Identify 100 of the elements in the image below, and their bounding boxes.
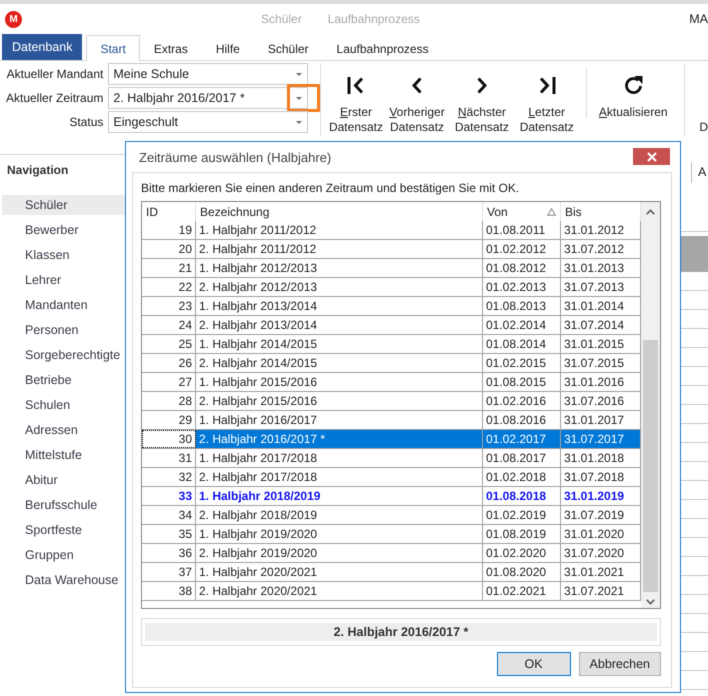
dialog-title: Zeiträume auswählen (Halbjahre) bbox=[139, 150, 332, 165]
table-row[interactable]: 19 1. Halbjahr 2011/2012 01.08.2011 31.01.2012 bbox=[142, 221, 641, 240]
navigation-item[interactable]: Berufsschule bbox=[2, 495, 126, 515]
table-cell: 01.08.2012 bbox=[483, 259, 561, 277]
table-row[interactable]: 24 2. Halbjahr 2013/2014 01.02.2014 31.07.2014 bbox=[142, 316, 641, 335]
table-cell: 01.02.2021 bbox=[483, 582, 561, 600]
refresh-icon bbox=[622, 75, 644, 95]
table-cell: 01.08.2019 bbox=[483, 525, 561, 543]
scroll-up-icon[interactable] bbox=[646, 209, 655, 215]
window-title: MA bbox=[689, 12, 708, 26]
table-cell: 01.08.2014 bbox=[483, 335, 561, 353]
skip-to-start-icon bbox=[346, 76, 365, 94]
table-cell: 01.02.2018 bbox=[483, 468, 561, 486]
table-row[interactable]: 27 1. Halbjahr 2015/2016 01.08.2015 31.01.2016 bbox=[142, 373, 641, 392]
table-row[interactable]: 21 1. Halbjahr 2012/2013 01.08.2012 31.01.2013 bbox=[142, 259, 641, 278]
navigation-item[interactable]: Abitur bbox=[2, 470, 126, 490]
dropdown-field[interactable]: 2. Halbjahr 2016/2017 * bbox=[108, 87, 308, 109]
table-row[interactable]: 32 2. Halbjahr 2017/2018 01.02.2018 31.07.2018 bbox=[142, 468, 641, 487]
close-icon bbox=[646, 152, 656, 162]
table-row[interactable]: 38 2. Halbjahr 2020/2021 01.02.2021 31.07.2021 bbox=[142, 582, 641, 601]
chevron-left-icon bbox=[412, 76, 422, 94]
table-cell: 01.02.2019 bbox=[483, 506, 561, 524]
navigation-item[interactable]: Adressen bbox=[2, 420, 126, 440]
table-cell: 01.08.2017 bbox=[483, 449, 561, 467]
table-row[interactable]: 31 1. Halbjahr 2017/2018 01.08.2017 31.01.2018 bbox=[142, 449, 641, 468]
scrollbar[interactable] bbox=[641, 202, 660, 608]
table-cell: 31.01.2019 bbox=[561, 487, 641, 505]
dropdown-arrow-icon bbox=[296, 120, 302, 124]
field-label: Status bbox=[68, 115, 104, 129]
table-cell: 31.07.2017 bbox=[561, 430, 641, 448]
table-row[interactable]: 30 2. Halbjahr 2016/2017 * 01.02.2017 31.07.2017 bbox=[142, 430, 641, 449]
table-row[interactable]: 33 1. Halbjahr 2018/2019 01.08.2018 31.01.2019 bbox=[142, 487, 641, 506]
dropdown-field[interactable]: Eingeschult bbox=[108, 111, 308, 133]
scroll-down-icon[interactable] bbox=[646, 599, 655, 605]
close-button[interactable] bbox=[633, 148, 670, 165]
ribbon-tab[interactable]: Hilfe bbox=[202, 35, 254, 61]
navigation-item[interactable]: Personen bbox=[2, 320, 126, 340]
record-nav-button[interactable]: Nächster Datensatz bbox=[449, 61, 514, 140]
navigation-item[interactable]: Betriebe bbox=[2, 370, 126, 390]
navigation-item[interactable]: Data Warehouse bbox=[2, 570, 126, 590]
dropdown-arrow-icon bbox=[296, 96, 302, 100]
table-cell: 01.02.2013 bbox=[483, 278, 561, 296]
table-cell: 01.08.2020 bbox=[483, 563, 561, 581]
table-row[interactable]: 28 2. Halbjahr 2015/2016 01.02.2016 31.07.2016 bbox=[142, 392, 641, 411]
table-row[interactable]: 20 2. Halbjahr 2011/2012 01.02.2012 31.07.2012 bbox=[142, 240, 641, 259]
cancel-button[interactable]: Abbrechen bbox=[578, 652, 661, 676]
navigation-item[interactable]: Mandanten bbox=[2, 295, 126, 315]
file-menu-button[interactable]: Datenbank bbox=[2, 34, 82, 60]
ribbon-tab[interactable]: Laufbahnprozess bbox=[322, 35, 443, 61]
table-cell: 2. Halbjahr 2016/2017 * bbox=[196, 430, 483, 448]
table-row[interactable]: 36 2. Halbjahr 2019/2020 01.02.2020 31.07.2020 bbox=[142, 544, 641, 563]
field-label: Aktueller Zeitraum bbox=[6, 91, 104, 105]
chevron-right-icon bbox=[476, 76, 487, 94]
workspace-tab[interactable]: A bbox=[691, 162, 708, 183]
ribbon-tab[interactable]: Schüler bbox=[254, 35, 323, 61]
record-nav-button[interactable]: Letzter Datensatz bbox=[514, 61, 580, 140]
navigation-item[interactable]: Sportfeste bbox=[2, 520, 126, 540]
navigation-item[interactable]: Lehrer bbox=[2, 270, 126, 290]
table-row[interactable]: 29 1. Halbjahr 2016/2017 01.08.2016 31.01.2017 bbox=[142, 411, 641, 430]
navigation-item[interactable]: Klassen bbox=[2, 245, 126, 265]
table-row[interactable]: 26 2. Halbjahr 2014/2015 01.02.2015 31.07.2015 bbox=[142, 354, 641, 373]
grid-band bbox=[681, 236, 708, 272]
field-label: Aktueller Mandant bbox=[6, 67, 104, 81]
skip-to-end-icon bbox=[538, 76, 556, 94]
ribbon-button[interactable]: D bbox=[691, 61, 708, 135]
dropdown-field[interactable]: Meine Schule bbox=[108, 63, 308, 85]
table-cell: 30 bbox=[142, 430, 196, 448]
record-nav-button[interactable]: Vorheriger Datensatz bbox=[384, 61, 450, 140]
table-cell: 01.08.2013 bbox=[483, 297, 561, 315]
ribbon-tab[interactable]: Start bbox=[86, 35, 140, 61]
navigation-item[interactable]: Gruppen bbox=[2, 545, 126, 565]
table-row[interactable]: 25 1. Halbjahr 2014/2015 01.08.2014 31.01.2015 bbox=[142, 335, 641, 354]
table-row[interactable]: 34 2. Halbjahr 2018/2019 01.02.2019 31.07.2019 bbox=[142, 506, 641, 525]
table-cell: 01.08.2015 bbox=[483, 373, 561, 391]
table-cell: 01.08.2018 bbox=[483, 487, 561, 505]
table-cell: 01.08.2016 bbox=[483, 411, 561, 429]
table-cell: 01.02.2017 bbox=[483, 430, 561, 448]
navigation-item[interactable]: Bewerber bbox=[2, 220, 126, 240]
record-nav-button[interactable]: Erster Datensatz bbox=[327, 61, 385, 140]
table-cell: 01.02.2012 bbox=[483, 240, 561, 258]
table-row[interactable]: 22 2. Halbjahr 2012/2013 01.02.2013 31.07.2013 bbox=[142, 278, 641, 297]
selected-period-field: 2. Halbjahr 2016/2017 * bbox=[141, 618, 661, 646]
table-row[interactable]: 35 1. Halbjahr 2019/2020 01.08.2019 31.01.2020 bbox=[142, 525, 641, 544]
navigation-item[interactable]: Sorgeberechtigte bbox=[2, 345, 126, 365]
table-cell: 01.02.2020 bbox=[483, 544, 561, 562]
ribbon-tab[interactable]: Extras bbox=[140, 35, 202, 61]
ok-button[interactable]: OK bbox=[496, 652, 571, 676]
table-cell: 01.02.2014 bbox=[483, 316, 561, 334]
navigation-item[interactable]: Schulen bbox=[2, 395, 126, 415]
context-tab-title: Laufbahnprozess bbox=[326, 12, 421, 26]
context-tab-title: Schüler bbox=[260, 12, 303, 26]
instruction-text: Bitte markieren Sie einen anderen Zeitraum und bestätigen Sie mit OK. bbox=[141, 181, 520, 195]
table-cell: 01.02.2015 bbox=[483, 354, 561, 372]
table-row[interactable]: 23 1. Halbjahr 2013/2014 01.08.2013 31.01.2014 bbox=[142, 297, 641, 316]
navigation-item[interactable]: Schüler bbox=[2, 195, 126, 215]
scrollbar-thumb[interactable] bbox=[643, 340, 658, 592]
refresh-button[interactable]: Aktualisieren bbox=[594, 61, 672, 140]
table-cell: 01.02.2016 bbox=[483, 392, 561, 410]
table-row[interactable]: 37 1. Halbjahr 2020/2021 01.08.2020 31.01.2021 bbox=[142, 563, 641, 582]
navigation-item[interactable]: Mittelstufe bbox=[2, 445, 126, 465]
